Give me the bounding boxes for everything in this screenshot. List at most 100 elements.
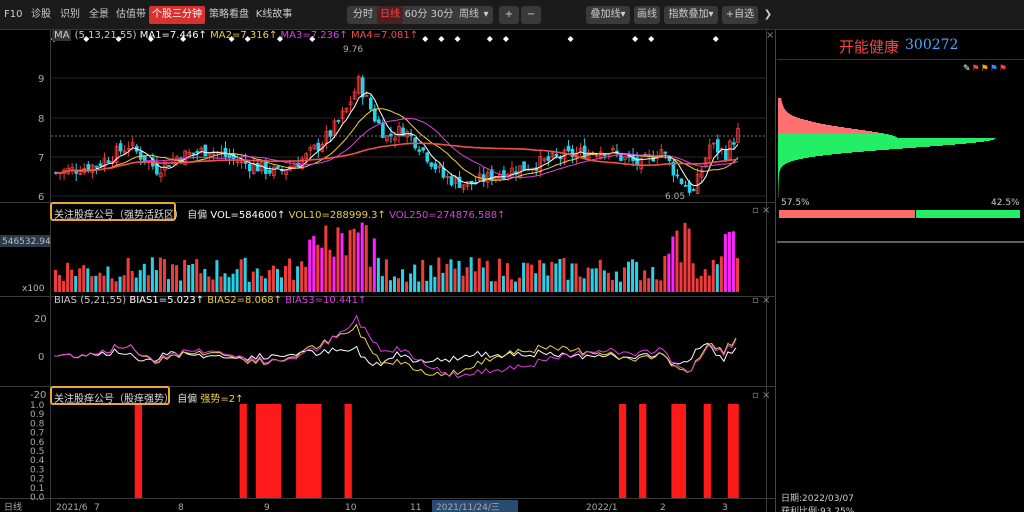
signal-diamond — [438, 36, 445, 42]
volume-bar — [275, 269, 279, 292]
candle-body — [663, 151, 668, 154]
overlay-line-button[interactable]: 叠加线▾ — [586, 6, 630, 24]
period-30min[interactable]: 30分 — [430, 6, 454, 24]
bias-panel-window-icons[interactable]: ▫ × — [752, 295, 770, 306]
ma1-value: MA1=7.446↑ — [139, 30, 207, 41]
volume-bar — [715, 264, 719, 292]
volume-bar — [509, 279, 514, 292]
volume-bar — [594, 268, 598, 292]
signal-diamond — [502, 36, 509, 42]
chip-bar — [778, 137, 898, 138]
volume-bar — [671, 236, 675, 292]
volume-bar — [639, 280, 643, 292]
chip-bar — [778, 147, 917, 148]
chart-canvas[interactable]: 9 8 7 6 9.76 6.05 20 0 -20 1.00.90.80.70… — [0, 30, 776, 512]
panel-separators — [0, 30, 776, 512]
strength-bar — [134, 404, 142, 498]
strength-indicator-name[interactable]: 关注股痒公号（股痒强势） — [54, 394, 174, 405]
candle-body — [98, 163, 103, 167]
volume-bar — [203, 268, 207, 292]
volume-bar — [397, 278, 401, 292]
volume-bar — [465, 267, 469, 292]
chip-bar — [778, 131, 872, 132]
ma3-value: MA3=7.236↑ — [280, 30, 348, 41]
volume-bar — [368, 266, 372, 292]
chip-bar — [778, 161, 792, 162]
high-price-label: 9.76 — [343, 45, 363, 55]
draw-line-button[interactable]: 画线 — [634, 6, 660, 24]
chip-bar — [778, 175, 780, 176]
volume-bar — [425, 280, 429, 292]
volume-bar — [401, 269, 405, 292]
signal-diamond — [486, 36, 493, 42]
add-watchlist-button[interactable]: +自选 — [722, 6, 758, 24]
volume-bar — [719, 256, 723, 292]
volume-bar — [651, 267, 655, 292]
tb-f10[interactable]: F10 — [4, 6, 22, 24]
tb-kline-story[interactable]: K线故事 — [254, 6, 294, 24]
strength-mode[interactable]: 自偏 — [177, 394, 197, 405]
strength-panel-window-icons[interactable]: ▫ × — [752, 390, 770, 401]
chip-bar — [778, 156, 816, 157]
chip-bar — [778, 158, 804, 159]
period-weekly[interactable]: 周线 — [456, 6, 482, 24]
candle-body — [336, 120, 341, 122]
tb-strategy[interactable]: 策略看盘 — [208, 6, 250, 24]
volume-bar — [731, 231, 735, 292]
collapse-icon[interactable]: ❯ — [762, 6, 774, 24]
volume-bar — [505, 263, 509, 292]
candle-body — [429, 162, 434, 167]
volume-bar — [243, 257, 247, 292]
volume-bar — [187, 265, 191, 292]
chip-distribution[interactable] — [777, 30, 1024, 512]
volume-bar — [332, 256, 336, 292]
index-overlay-button[interactable]: 指数叠加▾ — [664, 6, 718, 24]
bias-label[interactable]: BIAS — [54, 295, 77, 306]
volume-indicator-name[interactable]: 关注股痒公号（强势活跃区） — [54, 210, 184, 221]
ma-header: MA (5,13,21,55) MA1=7.446↑ MA2=7.316↑ MA… — [52, 30, 418, 41]
volume-bar — [292, 279, 296, 292]
volume-bar — [110, 278, 114, 292]
volume-bar — [183, 259, 187, 292]
tb-panorama[interactable]: 全景 — [86, 6, 112, 24]
price-tick-7: 7 — [38, 153, 44, 164]
volume-mode[interactable]: 自偏 — [187, 210, 207, 221]
chip-bar — [778, 170, 780, 171]
tb-identify[interactable]: 识别 — [57, 6, 83, 24]
chevron-down-icon[interactable]: ▾ — [482, 6, 490, 24]
tb-stock-3min[interactable]: 个股三分钟 — [149, 6, 205, 24]
price-panel-close-icon[interactable]: × — [766, 30, 774, 41]
chip-bar — [778, 111, 787, 112]
date-label: 3 — [722, 503, 728, 512]
chip-bars — [778, 98, 996, 198]
volume-bar — [526, 263, 530, 292]
zoom-in-button[interactable]: + — [499, 6, 519, 24]
volume-bar — [82, 265, 86, 292]
candle-body — [94, 165, 99, 168]
chip-bar — [778, 129, 859, 130]
tb-diagnose[interactable]: 诊股 — [28, 6, 54, 24]
volume-bar — [691, 263, 695, 292]
chip-bar — [778, 177, 779, 178]
chip-bar — [778, 149, 890, 150]
period-daily[interactable]: 日线 — [377, 6, 403, 24]
chip-bar — [778, 164, 785, 165]
period-60min[interactable]: 60分 — [404, 6, 428, 24]
chip-bar — [778, 183, 779, 184]
ma4-value: MA4=7.081↑ — [350, 30, 419, 41]
ma-label[interactable]: MA — [52, 30, 72, 41]
candle-body — [724, 149, 728, 161]
strength-bar — [727, 404, 739, 498]
volume-bar — [352, 228, 356, 292]
volume-bar — [723, 234, 727, 292]
zoom-out-button[interactable]: − — [521, 6, 541, 24]
volume-bar — [687, 228, 691, 292]
volume-panel-window-icons[interactable]: ▫ × — [752, 205, 770, 216]
candle-body — [223, 147, 228, 157]
volume-bar — [493, 281, 497, 292]
period-minute[interactable]: 分时 — [350, 6, 376, 24]
volume-bar — [150, 257, 154, 292]
price-tick-8: 8 — [38, 114, 44, 125]
volume-bar — [735, 258, 739, 292]
tb-valuation[interactable]: 估值带 — [115, 6, 147, 24]
